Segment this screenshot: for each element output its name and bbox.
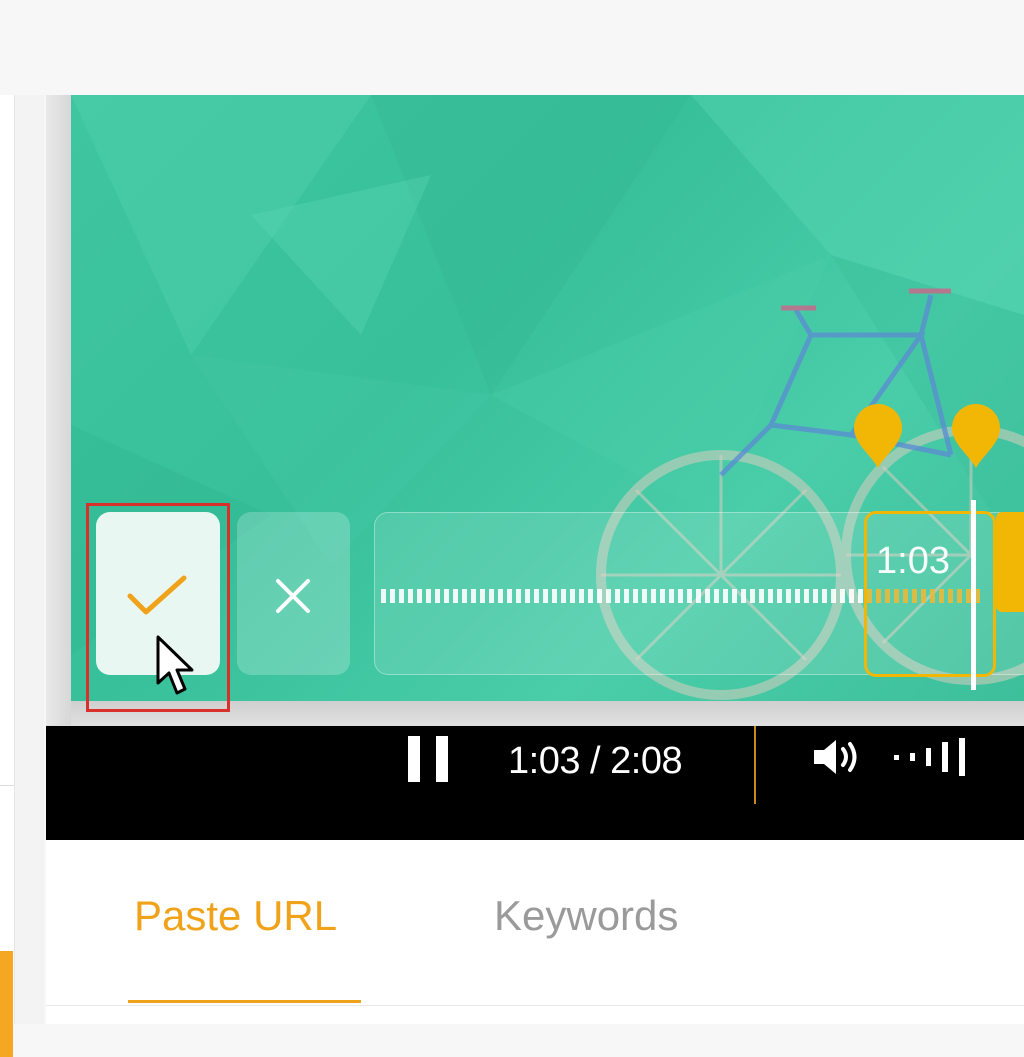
timeline-tick (471, 589, 476, 603)
timeline-tick (453, 589, 458, 603)
timeline-tick (849, 589, 854, 603)
timeline-tick (390, 589, 395, 603)
timeline-tick (570, 589, 575, 603)
timeline-tick (804, 589, 809, 603)
player-controls: 1:03 / 2:08 (46, 726, 1024, 840)
source-tabs: Paste URL Keywords (46, 840, 1024, 1024)
timeline-tick (516, 589, 521, 603)
timeline-selection-window[interactable] (864, 511, 996, 677)
timeline-tick (777, 589, 782, 603)
timeline-marker-end[interactable] (950, 404, 1002, 470)
timeline-tick (723, 589, 728, 603)
timeline-tick (831, 589, 836, 603)
timeline-tick (561, 589, 566, 603)
timeline-tick (579, 589, 584, 603)
timeline-tick (669, 589, 674, 603)
tabs-divider (46, 1005, 1024, 1006)
timeline-tick (426, 589, 431, 603)
timeline-tick (399, 589, 404, 603)
timeline-tick (552, 589, 557, 603)
left-panel (0, 95, 44, 1057)
volume-level-icon[interactable] (892, 736, 982, 778)
speaker-icon[interactable] (812, 736, 864, 778)
timeline-tick (813, 589, 818, 603)
left-panel-active-indicator (0, 951, 13, 1057)
checkmark-icon (127, 575, 187, 615)
timeline-tick (660, 589, 665, 603)
left-panel-strip (0, 95, 15, 1024)
video-edge (46, 95, 71, 725)
timeline-tick (534, 589, 539, 603)
active-tab-indicator (128, 1000, 361, 1003)
timeline-tick (795, 589, 800, 603)
timeline-tick (633, 589, 638, 603)
timeline-tick (687, 589, 692, 603)
timeline-selection-handle[interactable] (996, 512, 1024, 612)
timeline-tick (840, 589, 845, 603)
timeline-marker-start[interactable] (852, 404, 904, 470)
pause-button[interactable] (408, 736, 450, 782)
timeline-tick (642, 589, 647, 603)
timeline-tick (435, 589, 440, 603)
timeline-tick (741, 589, 746, 603)
timeline-tick (678, 589, 683, 603)
timeline-tick (417, 589, 422, 603)
timeline-tick (462, 589, 467, 603)
pause-icon-bar-left (408, 736, 420, 782)
tab-paste-url[interactable]: Paste URL (134, 892, 337, 940)
timeline-tick (705, 589, 710, 603)
timeline-tick (525, 589, 530, 603)
timeline-tick (732, 589, 737, 603)
timeline-tick (489, 589, 494, 603)
timeline-tick (858, 589, 863, 603)
timeline-tick (624, 589, 629, 603)
timeline-tick (759, 589, 764, 603)
video-bottom-edge (71, 701, 1024, 725)
timeline-tick (597, 589, 602, 603)
timeline-window-time: 1:03 (876, 540, 950, 582)
timeline-tick (507, 589, 512, 603)
timeline-tick (588, 589, 593, 603)
time-display: 1:03 / 2:08 (508, 740, 683, 782)
timeline-tick (498, 589, 503, 603)
controls-divider (754, 726, 756, 804)
confirm-button[interactable] (96, 512, 220, 675)
timeline-tick (768, 589, 773, 603)
timeline-tick (750, 589, 755, 603)
top-bar (0, 0, 1024, 95)
timeline-tick (480, 589, 485, 603)
cancel-button[interactable] (237, 512, 350, 675)
timeline-tick (543, 589, 548, 603)
timeline-tick (651, 589, 656, 603)
timeline-playhead[interactable] (971, 500, 976, 690)
timeline-tick (615, 589, 620, 603)
timeline-tick (714, 589, 719, 603)
close-icon (276, 579, 310, 613)
tab-keywords[interactable]: Keywords (494, 892, 678, 940)
timeline-tick (444, 589, 449, 603)
timeline-tick (606, 589, 611, 603)
left-panel-divider (0, 785, 14, 786)
timeline-tick (822, 589, 827, 603)
pause-icon-bar-right (436, 736, 448, 782)
timeline-tick (786, 589, 791, 603)
timeline-tick (408, 589, 413, 603)
timeline-tick (381, 589, 386, 603)
timeline-tick (696, 589, 701, 603)
